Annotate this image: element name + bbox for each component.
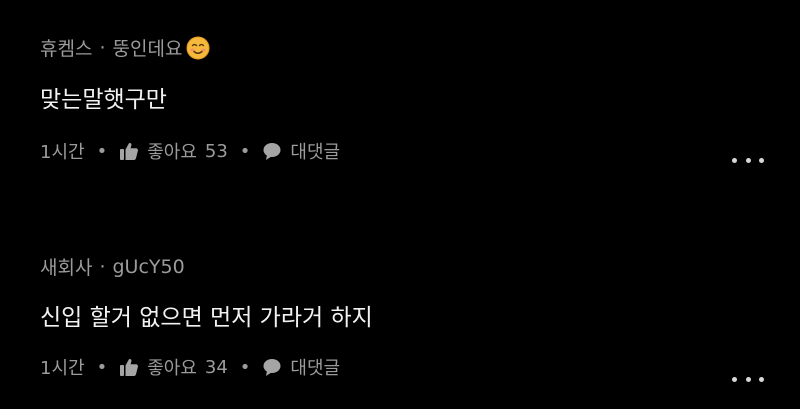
- like-button[interactable]: 좋아요 53: [119, 138, 228, 164]
- reply-label: 대댓글: [290, 358, 341, 379]
- nickname[interactable]: 뚱인데요: [113, 34, 183, 61]
- comment-time: 1시간: [40, 142, 85, 163]
- comment-meta: 휴켐스 · 뚱인데요: [40, 34, 210, 61]
- reply-label: 대댓글: [290, 142, 341, 163]
- comment-item: 휴켐스 · 뚱인데요 맞는말햇구만 1시간 • 좋아요 53 • 대댓글: [0, 0, 800, 205]
- meta-separator: ·: [99, 255, 106, 278]
- comment-text: 신입 할거 없으면 먼저 가라거 하지: [40, 305, 373, 331]
- speech-bubble-icon: [262, 141, 282, 161]
- company-name[interactable]: 새회사: [40, 253, 92, 280]
- like-label: 좋아요: [147, 358, 197, 379]
- reply-button[interactable]: 대댓글: [262, 354, 340, 380]
- nickname[interactable]: gUcY50: [113, 256, 185, 278]
- more-dots-icon: [732, 376, 737, 382]
- comment-time: 1시간: [40, 358, 85, 379]
- more-options-button[interactable]: [732, 150, 764, 170]
- thumbs-up-icon: [119, 141, 139, 161]
- more-dots-icon: [759, 376, 764, 382]
- more-dots-icon: [732, 157, 737, 163]
- more-dots-icon: [745, 157, 751, 163]
- more-dots-icon: [759, 157, 764, 163]
- action-separator: •: [239, 356, 251, 378]
- meta-separator: ·: [99, 36, 106, 59]
- thumbs-up-icon: [119, 357, 139, 377]
- more-dots-icon: [745, 376, 751, 382]
- comment-item: 새회사 · gUcY50 신입 할거 없으면 먼저 가라거 하지 1시간 • 좋…: [0, 205, 800, 409]
- company-name[interactable]: 휴켐스: [40, 34, 92, 61]
- action-separator: •: [96, 140, 108, 162]
- smiling-face-icon: [186, 36, 210, 60]
- comment-text: 맞는말햇구만: [40, 87, 167, 113]
- like-label: 좋아요: [147, 142, 197, 163]
- comment-actions: 1시간 • 좋아요 53 • 대댓글: [40, 138, 340, 164]
- like-count: 34: [204, 356, 228, 378]
- comment-actions: 1시간 • 좋아요 34 • 대댓글: [40, 354, 340, 380]
- action-separator: •: [239, 140, 251, 162]
- more-options-button[interactable]: [732, 369, 764, 389]
- like-button[interactable]: 좋아요 34: [119, 354, 228, 380]
- like-count: 53: [204, 140, 228, 162]
- speech-bubble-icon: [262, 357, 282, 377]
- reply-button[interactable]: 대댓글: [262, 138, 340, 164]
- action-separator: •: [96, 356, 108, 378]
- comment-meta: 새회사 · gUcY50: [40, 253, 185, 280]
